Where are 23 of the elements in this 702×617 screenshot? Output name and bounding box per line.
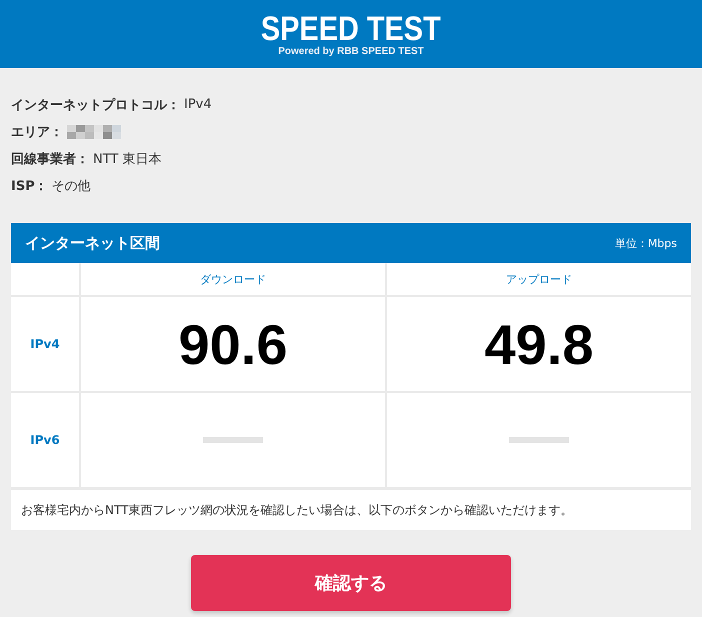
table-cell [11, 263, 79, 295]
row-header: IPv4 [11, 297, 79, 391]
empty-value-bar [203, 437, 263, 443]
pixelated-mosaic-drawing [67, 124, 121, 138]
info-label: インターネットプロトコル： [11, 96, 180, 114]
column-header: アップロード [387, 263, 691, 295]
note-text: お客様宅内からNTT東西フレッツ網の状況を確認したい場合は、以下のボタンから確認いただけます。 [11, 489, 691, 530]
info-value: その他 [52, 178, 91, 194]
info-value: NTT 東日本 [93, 150, 162, 168]
info-label: ISP： [11, 178, 48, 194]
info-label: 回線事業者： [11, 150, 89, 168]
logo-subtitle: Powered by RBB SPEED TEST [278, 46, 424, 56]
info-value: IPv4 [184, 97, 212, 112]
info-label: エリア： [11, 124, 63, 140]
section-title: インターネット区間 [25, 234, 160, 252]
speed-value: 49.8 [387, 297, 691, 391]
confirm-button[interactable]: 確認する [191, 555, 511, 611]
logo-title: SPEED TEST [261, 12, 441, 46]
speed-value: 90.6 [81, 297, 385, 391]
unit-label: 単位：Mbps [614, 236, 677, 250]
column-header: ダウンロード [81, 263, 385, 295]
row-header: IPv6 [11, 393, 79, 487]
empty-value-bar [509, 437, 569, 443]
